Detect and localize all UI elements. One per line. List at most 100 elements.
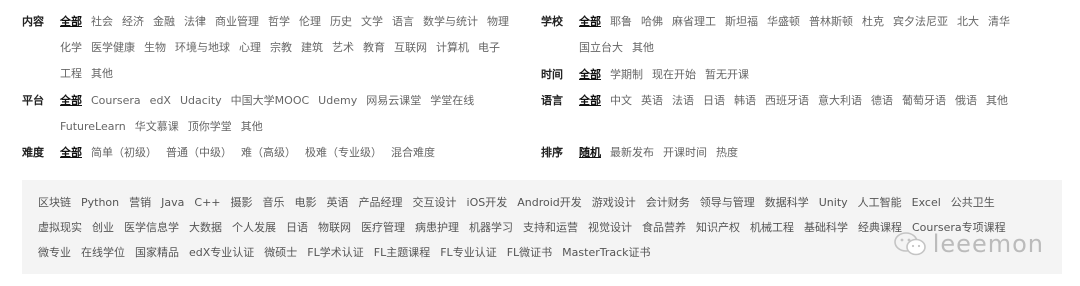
filter-option-time[interactable]: 现在开始 bbox=[652, 62, 696, 88]
topic-tag[interactable]: 区块链 bbox=[38, 190, 71, 215]
filter-option-platform[interactable]: edX bbox=[150, 88, 171, 114]
filter-option-sort[interactable]: 随机 bbox=[579, 140, 601, 166]
filter-option-content[interactable]: 计算机 bbox=[436, 35, 469, 61]
topic-tag[interactable]: 微专业 bbox=[38, 240, 71, 265]
topic-tag[interactable]: Python bbox=[81, 190, 119, 215]
filter-option-difficulty[interactable]: 全部 bbox=[60, 140, 82, 166]
filter-option-difficulty[interactable]: 难（高级） bbox=[241, 140, 296, 166]
filter-option-content[interactable]: 经济 bbox=[122, 9, 144, 35]
filter-option-content[interactable]: 环境与地球 bbox=[175, 35, 230, 61]
topic-tag[interactable]: edX专业认证 bbox=[189, 240, 254, 265]
filter-option-content[interactable]: 电子 bbox=[478, 35, 500, 61]
filter-option-language[interactable]: 西班牙语 bbox=[765, 88, 809, 114]
topic-tag[interactable]: 医疗管理 bbox=[361, 215, 405, 240]
topic-tag[interactable]: 交互设计 bbox=[413, 190, 457, 215]
topic-tag[interactable]: 视觉设计 bbox=[588, 215, 632, 240]
filter-option-content[interactable]: 商业管理 bbox=[215, 9, 259, 35]
filter-option-school[interactable]: 普林斯顿 bbox=[809, 9, 853, 35]
filter-option-school[interactable]: 斯坦福 bbox=[725, 9, 758, 35]
filter-option-school[interactable]: 杜克 bbox=[862, 9, 884, 35]
topic-tag[interactable]: 营销 bbox=[129, 190, 151, 215]
filter-option-platform[interactable]: 顶你学堂 bbox=[188, 114, 232, 140]
topic-tag[interactable]: 数据科学 bbox=[765, 190, 809, 215]
filter-option-content[interactable]: 历史 bbox=[330, 9, 352, 35]
filter-option-platform[interactable]: 其他 bbox=[241, 114, 263, 140]
filter-option-language[interactable]: 日语 bbox=[703, 88, 725, 114]
filter-option-language[interactable]: 中文 bbox=[610, 88, 632, 114]
filter-option-sort[interactable]: 最新发布 bbox=[610, 140, 654, 166]
topic-tag[interactable]: 创业 bbox=[92, 215, 114, 240]
filter-option-content[interactable]: 生物 bbox=[144, 35, 166, 61]
filter-option-content[interactable]: 其他 bbox=[91, 61, 113, 87]
topic-tag[interactable]: FL主题课程 bbox=[374, 240, 430, 265]
topic-tag[interactable]: FL专业认证 bbox=[440, 240, 496, 265]
topic-tag[interactable]: 机械工程 bbox=[750, 215, 794, 240]
topic-tag[interactable]: Android开发 bbox=[517, 190, 582, 215]
filter-option-content[interactable]: 宗教 bbox=[270, 35, 292, 61]
filter-option-language[interactable]: 全部 bbox=[579, 88, 601, 114]
filter-option-sort[interactable]: 开课时间 bbox=[663, 140, 707, 166]
topic-tag[interactable]: 领导与管理 bbox=[700, 190, 755, 215]
filter-option-time[interactable]: 暂无开课 bbox=[705, 62, 749, 88]
filter-option-language[interactable]: 英语 bbox=[641, 88, 663, 114]
filter-option-language[interactable]: 德语 bbox=[871, 88, 893, 114]
filter-option-content[interactable]: 社会 bbox=[91, 9, 113, 35]
filter-option-content[interactable]: 心理 bbox=[239, 35, 261, 61]
filter-option-language[interactable]: 其他 bbox=[986, 88, 1008, 114]
filter-option-language[interactable]: 韩语 bbox=[734, 88, 756, 114]
filter-option-difficulty[interactable]: 简单（初级） bbox=[91, 140, 157, 166]
filter-option-platform[interactable]: 学堂在线 bbox=[430, 88, 474, 114]
topic-tag[interactable]: 电影 bbox=[295, 190, 317, 215]
filter-option-content[interactable]: 全部 bbox=[60, 9, 82, 35]
topic-tag[interactable]: MasterTrack证书 bbox=[562, 240, 650, 265]
filter-option-content[interactable]: 文学 bbox=[361, 9, 383, 35]
filter-option-time[interactable]: 学期制 bbox=[610, 62, 643, 88]
topic-tag[interactable]: 会计财务 bbox=[646, 190, 690, 215]
filter-option-difficulty[interactable]: 普通（中级） bbox=[166, 140, 232, 166]
filter-option-language[interactable]: 意大利语 bbox=[818, 88, 862, 114]
topic-tag[interactable]: 在线学位 bbox=[81, 240, 125, 265]
topic-tag[interactable]: 知识产权 bbox=[696, 215, 740, 240]
topic-tag[interactable]: 物联网 bbox=[318, 215, 351, 240]
topic-tag[interactable]: 公共卫生 bbox=[951, 190, 995, 215]
filter-option-content[interactable]: 建筑 bbox=[301, 35, 323, 61]
filter-option-content[interactable]: 哲学 bbox=[268, 9, 290, 35]
topic-tag[interactable]: 基础科学 bbox=[804, 215, 848, 240]
filter-option-platform[interactable]: FutureLearn bbox=[60, 114, 126, 140]
filter-option-content[interactable]: 工程 bbox=[60, 61, 82, 87]
topic-tag[interactable]: 英语 bbox=[327, 190, 349, 215]
topic-tag[interactable]: 摄影 bbox=[231, 190, 253, 215]
filter-option-content[interactable]: 互联网 bbox=[394, 35, 427, 61]
topic-tag[interactable]: Java bbox=[161, 190, 184, 215]
filter-option-content[interactable]: 数学与统计 bbox=[423, 9, 478, 35]
filter-option-platform[interactable]: Coursera bbox=[91, 88, 141, 114]
filter-option-time[interactable]: 全部 bbox=[579, 62, 601, 88]
topic-tag[interactable]: 微硕士 bbox=[264, 240, 297, 265]
filter-option-platform[interactable]: Udacity bbox=[180, 88, 222, 114]
filter-option-platform[interactable]: 全部 bbox=[60, 88, 82, 114]
filter-option-school[interactable]: 宾夕法尼亚 bbox=[893, 9, 948, 35]
topic-tag[interactable]: Unity bbox=[819, 190, 848, 215]
topic-tag[interactable]: 游戏设计 bbox=[592, 190, 636, 215]
filter-option-school[interactable]: 国立台大 bbox=[579, 35, 623, 61]
filter-option-content[interactable]: 物理 bbox=[487, 9, 509, 35]
filter-option-school[interactable]: 清华 bbox=[988, 9, 1010, 35]
filter-option-content[interactable]: 艺术 bbox=[332, 35, 354, 61]
topic-tag[interactable]: 产品经理 bbox=[359, 190, 403, 215]
topic-tag[interactable]: C++ bbox=[194, 190, 220, 215]
topic-tag[interactable]: 个人发展 bbox=[232, 215, 276, 240]
filter-option-school[interactable]: 麻省理工 bbox=[672, 9, 716, 35]
filter-option-school[interactable]: 耶鲁 bbox=[610, 9, 632, 35]
filter-option-language[interactable]: 法语 bbox=[672, 88, 694, 114]
topic-tag[interactable]: 音乐 bbox=[263, 190, 285, 215]
filter-option-content[interactable]: 教育 bbox=[363, 35, 385, 61]
topic-tag[interactable]: 病患护理 bbox=[415, 215, 459, 240]
filter-option-school[interactable]: 其他 bbox=[632, 35, 654, 61]
filter-option-sort[interactable]: 热度 bbox=[716, 140, 738, 166]
filter-option-platform[interactable]: 中国大学MOOC bbox=[231, 88, 310, 114]
filter-option-platform[interactable]: 网易云课堂 bbox=[366, 88, 421, 114]
filter-option-platform[interactable]: Udemy bbox=[318, 88, 357, 114]
topic-tag[interactable]: 食品营养 bbox=[642, 215, 686, 240]
filter-option-difficulty[interactable]: 极难（专业级） bbox=[305, 140, 382, 166]
topic-tag[interactable]: 大数据 bbox=[189, 215, 222, 240]
